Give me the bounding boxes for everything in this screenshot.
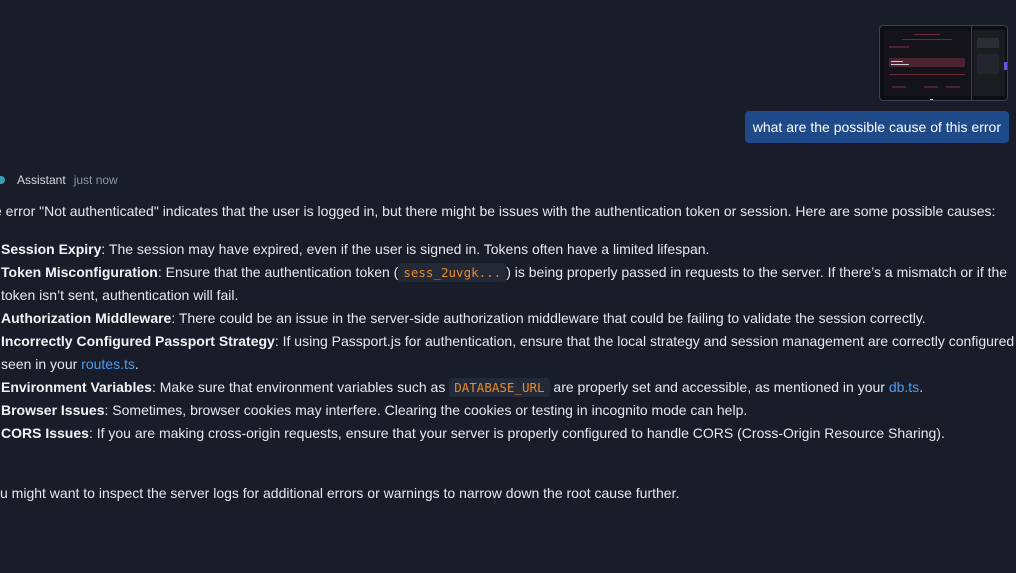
assistant-name: Assistant — [17, 173, 66, 187]
cause-title: Token Misconfiguration — [1, 264, 158, 280]
cause-item: Incorrectly Configured Passport Strategy… — [1, 330, 1016, 376]
cause-text: : Make sure that environment variables s… — [151, 379, 450, 395]
thumbnail-left-pane — [884, 30, 970, 96]
user-message-text: what are the possible cause of this erro… — [752, 119, 1001, 135]
cause-item: Authorization Middleware: There could be… — [1, 307, 1016, 330]
file-link-db[interactable]: db.ts — [889, 379, 919, 395]
cause-item: Browser Issues: Sometimes, browser cooki… — [1, 399, 1016, 422]
inline-code: DATABASE_URL — [449, 378, 550, 397]
cause-text: . — [919, 379, 924, 395]
message-timestamp: just now — [73, 173, 118, 187]
cause-title: Authorization Middleware — [1, 310, 172, 326]
cause-title: Incorrectly Configured Passport Strategy — [1, 333, 275, 349]
cause-text: : If you are making cross-origin request… — [88, 425, 945, 441]
assistant-header: Assistant just now — [0, 171, 118, 189]
cause-text: : There could be an issue in the server-… — [171, 310, 926, 326]
cause-title: Session Expiry — [1, 241, 102, 257]
assistant-outro: u might want to inspect the server logs … — [0, 485, 680, 501]
file-link-routes[interactable]: routes.ts — [81, 356, 135, 372]
inline-code: sess_2uvgk... — [398, 263, 507, 282]
cause-item: Session Expiry: The session may have exp… — [1, 238, 1016, 261]
thumbnail-divider — [971, 26, 972, 100]
cause-item: Environment Variables: Make sure that en… — [1, 376, 1016, 399]
cause-item: CORS Issues: If you are making cross-ori… — [1, 422, 1016, 445]
thumbnail-right-pane — [973, 30, 1005, 96]
thumbnail-accent — [1004, 62, 1007, 70]
assistant-status-dot-icon — [0, 176, 5, 184]
cause-item: Token Misconfiguration: Ensure that the … — [1, 261, 1016, 307]
cause-text: are properly set and accessible, as ment… — [549, 379, 889, 395]
cause-text: . — [134, 356, 139, 372]
cause-title: CORS Issues — [1, 425, 89, 441]
cause-text: : The session may have expired, even if … — [101, 241, 710, 257]
cause-text: : Sometimes, browser cookies may interfe… — [104, 402, 748, 418]
causes-list: Session Expiry: The session may have exp… — [1, 238, 1016, 445]
cause-text: : Ensure that the authentication token ( — [157, 264, 399, 280]
attached-screenshot-thumbnail[interactable] — [879, 25, 1008, 101]
assistant-intro: e error "Not authenticated" indicates th… — [0, 203, 996, 219]
user-message-bubble: what are the possible cause of this erro… — [744, 111, 1009, 143]
cause-title: Browser Issues — [1, 402, 105, 418]
chat-panel: what are the possible cause of this erro… — [0, 0, 1016, 573]
cause-title: Environment Variables — [1, 379, 152, 395]
